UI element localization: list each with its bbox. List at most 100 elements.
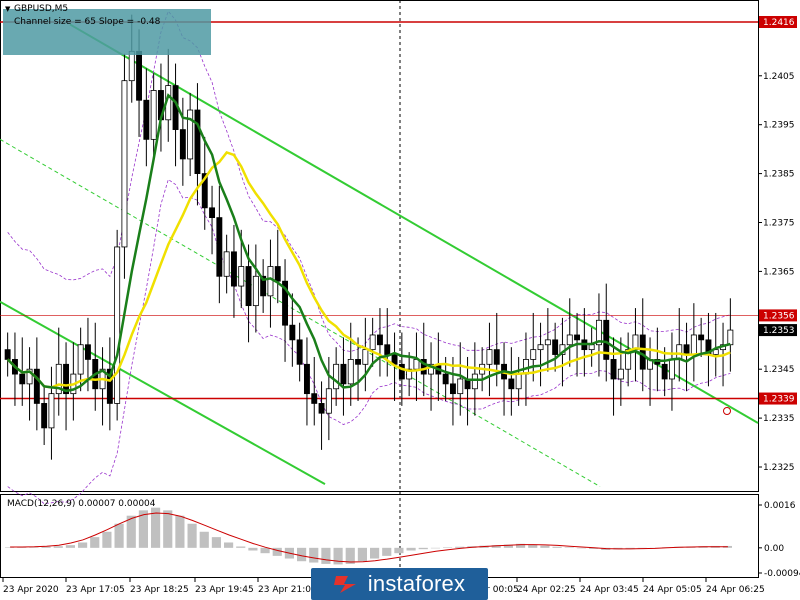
candle-body <box>544 339 551 346</box>
candle-body <box>19 373 26 385</box>
x-tick-label: 23 Apr 17:05 <box>66 585 125 595</box>
x-tick-label: 23 Apr 2020 <box>3 585 59 595</box>
candle-body <box>84 344 91 360</box>
channel-lower-line <box>0 300 326 485</box>
candle-body <box>668 359 675 380</box>
channel-info-text: Channel size = 65 Slope = -0.48 <box>14 17 161 27</box>
x-tick-label: 23 Apr 21:05 <box>258 585 317 595</box>
candle-body <box>617 368 624 380</box>
price-chart[interactable]: 1.2416 1.2405 1.2395 1.2385 1.2375 1.2365 1.23… <box>0 0 800 600</box>
x-tick-label: 24 Apr 02:25 <box>517 585 576 595</box>
macd-histogram-bar <box>53 546 63 548</box>
candle-body <box>552 339 559 355</box>
candle-body <box>238 266 245 287</box>
candle-body <box>333 363 340 390</box>
candle-body <box>267 266 274 297</box>
main-chart-frame <box>0 0 759 492</box>
candle-body <box>194 109 201 174</box>
y-tick-label: 1.2395 <box>763 121 795 131</box>
macd-histogram-bar <box>333 547 343 565</box>
macd-histogram-bar <box>187 523 197 548</box>
candle-body <box>676 344 683 360</box>
candle-body <box>369 334 376 351</box>
candle-body <box>398 363 405 380</box>
macd-y-tick-label: -0.00094 <box>764 569 800 579</box>
macd-histogram-bar <box>564 547 574 548</box>
candle-body <box>471 373 478 390</box>
instaforex-logo: instaforex <box>311 568 488 600</box>
macd-histogram-bar <box>41 546 51 548</box>
x-tick-label: 23 Apr 18:25 <box>130 585 189 595</box>
candle-body <box>537 344 544 351</box>
candle-body <box>376 334 383 346</box>
candle-body <box>325 388 332 414</box>
macd-histogram-bar <box>406 547 416 551</box>
current-price-label: 1.2353 <box>763 326 795 336</box>
candle-body <box>143 99 150 140</box>
candle-body <box>318 403 325 414</box>
y-tick-label: 1.2375 <box>763 218 795 228</box>
macd-histogram-bar <box>430 547 440 549</box>
candle-body <box>245 266 252 307</box>
candle-body <box>289 324 296 341</box>
candle-body <box>457 378 464 395</box>
macd-histogram-bar <box>394 547 404 554</box>
candle-body <box>114 246 121 404</box>
candle-body <box>449 383 456 395</box>
macd-histogram-bar <box>163 510 173 548</box>
y-tick-label: 1.2365 <box>763 267 795 277</box>
candle-body <box>340 363 347 385</box>
macd-histogram-bar <box>102 531 112 548</box>
candle-body <box>187 109 194 160</box>
macd-y-tick-label: 0.00 <box>764 544 784 554</box>
candle-body <box>690 334 697 355</box>
candle-body <box>150 90 157 140</box>
x-tick-label: 23 Apr 19:45 <box>195 585 254 595</box>
candle-body <box>230 251 237 287</box>
candle-body <box>274 266 281 282</box>
macd-histogram-bar <box>211 537 221 548</box>
macd-histogram-bar <box>297 547 307 562</box>
symbol-title: GBPUSD,M5 <box>14 4 69 14</box>
macd-histogram-bar <box>418 547 428 550</box>
macd-histogram-bar <box>199 531 209 548</box>
candle-body <box>33 368 40 404</box>
macd-histogram-bar <box>382 547 392 556</box>
candle-body <box>508 378 515 390</box>
symbol-info-box <box>3 9 211 55</box>
candle-body <box>347 359 354 385</box>
candle-body <box>661 363 668 380</box>
channel-touch-marker <box>723 407 731 415</box>
candle-body <box>610 359 617 380</box>
candle-body <box>179 129 186 160</box>
candle-body <box>311 393 318 404</box>
y-tick-label: 1.2385 <box>763 170 795 180</box>
macd-histogram-bar <box>114 523 124 548</box>
candle-body <box>588 344 595 351</box>
macd-histogram-bar <box>321 547 331 564</box>
x-tick-label: 24 Apr 05:05 <box>643 585 702 595</box>
macd-histogram-bar <box>175 515 185 548</box>
y-tick-label: 1.2345 <box>763 365 795 375</box>
macd-histogram-bar <box>357 547 367 562</box>
dropdown-triangle-icon[interactable]: ▼ <box>5 5 10 13</box>
macd-histogram-bar <box>65 545 75 548</box>
macd-histogram-bar <box>248 547 258 551</box>
price-level-label: 1.2339 <box>763 395 795 405</box>
logo-text: instaforex <box>367 571 466 596</box>
candle-body <box>683 344 690 355</box>
candle-body <box>530 349 537 360</box>
candle-body <box>698 334 705 341</box>
macd-histogram-bar <box>576 547 586 549</box>
candle-body <box>41 403 48 429</box>
macd-histogram-bar <box>224 542 234 548</box>
price-level-label: 1.2356 <box>763 311 795 321</box>
macd-histogram-bar <box>236 546 246 548</box>
price-level-label: 1.2416 <box>763 18 795 28</box>
candle-body <box>303 363 310 395</box>
macd-histogram-bar <box>370 547 380 559</box>
candle-body <box>128 50 135 82</box>
candle-body <box>442 373 449 385</box>
candle-body <box>223 251 230 277</box>
macd-indicator-label: MACD(12,26,9) 0.00007 0.00004 <box>7 499 156 509</box>
